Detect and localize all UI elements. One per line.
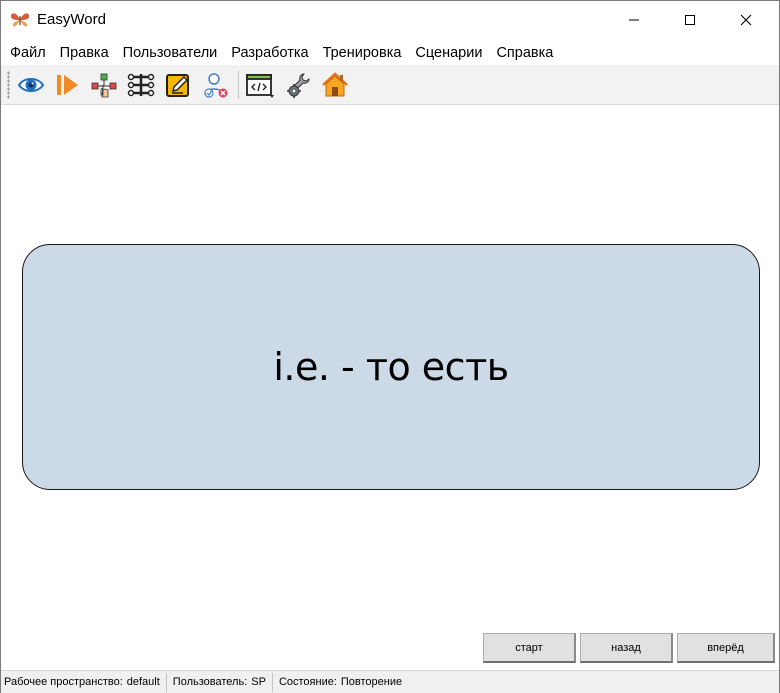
flashcard[interactable]: i.e. - то есть bbox=[22, 244, 760, 490]
menu-development[interactable]: Разработка bbox=[224, 41, 315, 65]
status-workspace-value: default bbox=[126, 675, 160, 688]
menu-training[interactable]: Тренировка bbox=[316, 41, 409, 65]
status-workspace-label: Рабочее пространство: bbox=[4, 675, 123, 688]
menu-scenarios[interactable]: Сценарии bbox=[408, 41, 489, 65]
status-user: Пользователь: SP bbox=[167, 672, 273, 692]
status-bar: Рабочее пространство: default Пользовател… bbox=[1, 670, 779, 693]
app-window: EasyWord Файл Правка Пользователи Разраб… bbox=[0, 0, 780, 693]
flashcard-text: i.e. - то есть bbox=[273, 345, 509, 389]
menu-bar: Файл Правка Пользователи Разработка Трен… bbox=[1, 41, 779, 65]
flowchart-icon[interactable] bbox=[88, 69, 120, 101]
code-window-icon[interactable] bbox=[244, 69, 276, 101]
menu-file[interactable]: Файл bbox=[3, 41, 53, 65]
window-title: EasyWord bbox=[37, 11, 106, 28]
status-state-label: Состояние: bbox=[278, 675, 337, 688]
eye-icon[interactable] bbox=[15, 69, 47, 101]
status-workspace: Рабочее пространство: default bbox=[1, 672, 167, 692]
status-state-value: Повторение bbox=[340, 675, 403, 688]
close-button[interactable] bbox=[723, 1, 769, 39]
tools-icon[interactable] bbox=[282, 69, 314, 101]
start-button[interactable]: старт bbox=[483, 633, 576, 663]
toolbar bbox=[1, 65, 779, 105]
home-icon[interactable] bbox=[319, 69, 351, 101]
maximize-button[interactable] bbox=[667, 1, 713, 39]
butterfly-icon bbox=[10, 10, 30, 30]
menu-help[interactable]: Справка bbox=[489, 41, 560, 65]
menu-users[interactable]: Пользователи bbox=[116, 41, 225, 65]
status-state: Состояние: Повторение bbox=[273, 673, 408, 692]
status-user-value: SP bbox=[251, 675, 266, 688]
status-user-label: Пользователь: bbox=[172, 675, 248, 688]
minimize-button[interactable] bbox=[611, 1, 657, 39]
toolbar-grip[interactable] bbox=[7, 71, 10, 99]
tree-icon[interactable] bbox=[125, 69, 157, 101]
play-icon[interactable] bbox=[51, 69, 83, 101]
menu-edit[interactable]: Правка bbox=[53, 41, 116, 65]
user-check-icon[interactable] bbox=[199, 69, 231, 101]
back-button[interactable]: назад bbox=[580, 633, 673, 663]
title-bar[interactable]: EasyWord bbox=[1, 1, 779, 39]
toolbar-separator bbox=[238, 71, 239, 99]
forward-button[interactable]: вперёд bbox=[677, 633, 775, 663]
edit-icon[interactable] bbox=[162, 69, 194, 101]
